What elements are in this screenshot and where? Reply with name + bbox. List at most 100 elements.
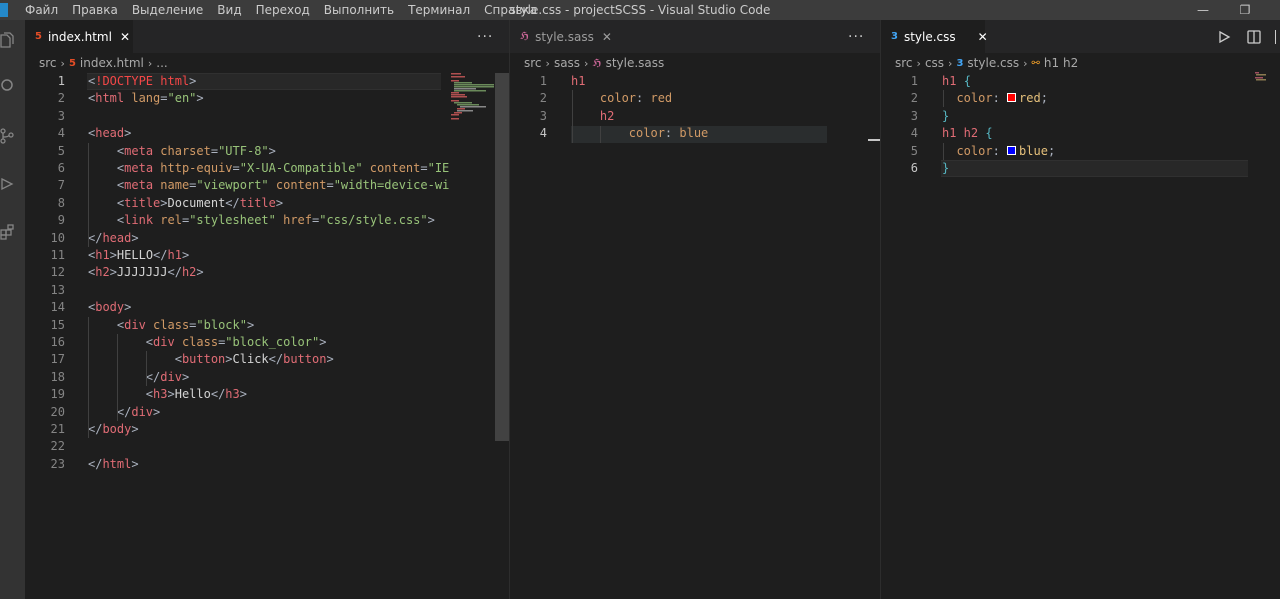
code-line[interactable]: 8 <title>Document</title> bbox=[25, 195, 509, 212]
code-token: html bbox=[102, 456, 132, 471]
code-token: } bbox=[942, 161, 950, 175]
close-icon[interactable]: ✕ bbox=[978, 30, 988, 44]
code-line[interactable]: 4 <head> bbox=[25, 125, 509, 142]
code-line[interactable]: 3} bbox=[881, 108, 1280, 125]
tab-style-sass[interactable]: ℌ style.sass ✕ bbox=[510, 20, 618, 53]
code-line[interactable]: 6} bbox=[881, 160, 1280, 177]
line-number: 11 bbox=[50, 248, 65, 262]
menu-selection[interactable]: Выделение bbox=[125, 0, 210, 20]
breadcrumb-src[interactable]: src bbox=[524, 56, 542, 70]
code-line[interactable]: 13 bbox=[25, 282, 509, 299]
breadcrumb-css[interactable]: css bbox=[925, 56, 944, 70]
code-line[interactable]: 1 <!DOCTYPE html> bbox=[25, 73, 509, 90]
code-line[interactable]: 15 <div class="block"> bbox=[25, 317, 509, 334]
tab-index-html[interactable]: 5 index.html ✕ bbox=[25, 20, 133, 53]
code-line[interactable]: 14 <body> bbox=[25, 299, 509, 316]
breadcrumb: src › 5 index.html › ... bbox=[25, 53, 509, 73]
code-line[interactable]: 9 <link rel="stylesheet" href="css/style… bbox=[25, 212, 509, 229]
code-line[interactable]: 22 bbox=[25, 438, 509, 455]
line-number: 19 bbox=[50, 387, 65, 402]
menu-run[interactable]: Выполнить bbox=[317, 0, 401, 20]
code-token: href bbox=[283, 213, 313, 228]
more-actions-icon[interactable] bbox=[1275, 30, 1280, 44]
code-line[interactable]: 11 <h1>HELLO</h1> bbox=[25, 247, 509, 264]
code-text: color: blue; bbox=[942, 143, 1055, 160]
code-token: color bbox=[599, 91, 637, 106]
code-text: color: red bbox=[571, 90, 672, 107]
activity-bar bbox=[0, 20, 25, 599]
code-editor[interactable]: 1 h1 2 color: red 3 h2 4 color: blue bbox=[510, 73, 880, 599]
code-token: { bbox=[985, 126, 993, 141]
breadcrumb-sass[interactable]: sass bbox=[554, 56, 580, 70]
code-line[interactable]: 18 </div> bbox=[25, 369, 509, 386]
breadcrumb-selector[interactable]: h1 h2 bbox=[1044, 56, 1078, 70]
menu-view[interactable]: Вид bbox=[210, 0, 248, 20]
code-line[interactable]: 19 <h3>Hello</h3> bbox=[25, 386, 509, 403]
code-token: > bbox=[131, 456, 139, 471]
code-line[interactable]: 4 color: blue bbox=[510, 125, 880, 142]
code-line[interactable]: 1 h1 { bbox=[881, 73, 1280, 90]
code-line[interactable]: 2 <html lang="en"> bbox=[25, 90, 509, 107]
code-line[interactable]: 3 h2 bbox=[510, 108, 880, 125]
code-line[interactable]: 5 color: blue; bbox=[881, 143, 1280, 160]
code-line[interactable]: 21 </body> bbox=[25, 421, 509, 438]
code-line[interactable]: 20 </div> bbox=[25, 404, 509, 421]
extensions-icon[interactable] bbox=[0, 224, 14, 240]
source-control-icon[interactable] bbox=[0, 128, 14, 144]
more-actions-icon[interactable]: ··· bbox=[477, 20, 493, 53]
breadcrumb-src[interactable]: src bbox=[39, 56, 57, 70]
line-number: 20 bbox=[50, 404, 65, 419]
code-token: > bbox=[239, 387, 247, 402]
code-line[interactable]: 16 <div class="block_color"> bbox=[25, 334, 509, 351]
code-line[interactable]: 1 h1 bbox=[510, 73, 880, 90]
code-line[interactable]: 5 <meta charset="UTF-8"> bbox=[25, 143, 509, 160]
restore-button[interactable]: ❐ bbox=[1222, 0, 1268, 20]
code-line[interactable]: 6 <meta http-equiv="X-UA-Compatible" con… bbox=[25, 160, 509, 177]
chevron-right-icon: › bbox=[948, 56, 953, 70]
breadcrumb: src › sass › ℌ style.sass bbox=[510, 53, 880, 73]
breadcrumb-src[interactable]: src bbox=[895, 56, 913, 70]
code-line[interactable]: 12 <h2>JJJJJJJ</h2> bbox=[25, 264, 509, 281]
code-editor[interactable]: 1 h1 {2 color: red; 3} 4 h1 h2 {5 color: blu… bbox=[881, 73, 1280, 599]
run-icon[interactable] bbox=[1217, 30, 1231, 44]
breadcrumb-file[interactable]: style.css bbox=[967, 56, 1019, 70]
menu-help[interactable]: Справка bbox=[477, 0, 544, 20]
code-token: </ bbox=[268, 352, 284, 367]
close-icon[interactable]: ✕ bbox=[120, 30, 130, 44]
vertical-scrollbar[interactable] bbox=[495, 73, 509, 441]
code-token: "css/style.css" bbox=[319, 213, 428, 228]
color-swatch[interactable] bbox=[1007, 145, 1017, 155]
code-editor[interactable]: 1 <!DOCTYPE html> 2 <html lang="en"> 3 4 <head… bbox=[25, 73, 509, 599]
search-icon[interactable] bbox=[0, 78, 14, 94]
code-token: h1 bbox=[167, 248, 182, 262]
menu-go[interactable]: Переход bbox=[249, 0, 317, 20]
files-icon[interactable] bbox=[0, 32, 14, 48]
code-line[interactable]: 4 h1 h2 { bbox=[881, 125, 1280, 142]
more-actions-icon[interactable]: ··· bbox=[848, 20, 864, 53]
symbol-class-icon: ⚯ bbox=[1031, 57, 1040, 69]
code-line[interactable]: 7 <meta name="viewport" content="width=d… bbox=[25, 177, 509, 194]
code-line[interactable]: 3 bbox=[25, 108, 509, 125]
menu-file[interactable]: Файл bbox=[18, 0, 65, 20]
code-line[interactable]: 23 </html> bbox=[25, 456, 509, 473]
breadcrumb-file[interactable]: index.html bbox=[80, 56, 144, 70]
menu-edit[interactable]: Правка bbox=[65, 0, 125, 20]
tab-style-css[interactable]: 3 style.css ✕ bbox=[881, 20, 988, 53]
breadcrumb-ellipsis[interactable]: ... bbox=[156, 56, 167, 70]
code-token: head bbox=[102, 230, 132, 245]
minimap[interactable] bbox=[1253, 72, 1273, 84]
code-line[interactable]: 17 <button>Click</button> bbox=[25, 351, 509, 368]
run-debug-icon[interactable] bbox=[0, 176, 14, 192]
color-swatch[interactable] bbox=[1007, 93, 1017, 103]
code-line[interactable]: 2 color: red; bbox=[881, 90, 1280, 107]
split-editor-icon[interactable] bbox=[1247, 30, 1261, 44]
breadcrumb-file[interactable]: style.sass bbox=[606, 56, 665, 70]
code-token: h3 bbox=[153, 387, 168, 402]
code-line[interactable]: 2 color: red bbox=[510, 90, 880, 107]
menu-terminal[interactable]: Терминал bbox=[401, 0, 477, 20]
code-line[interactable]: 10 </head> bbox=[25, 230, 509, 247]
code-token: : bbox=[664, 126, 680, 141]
minimize-button[interactable]: — bbox=[1180, 0, 1226, 20]
close-icon[interactable]: ✕ bbox=[602, 30, 612, 44]
